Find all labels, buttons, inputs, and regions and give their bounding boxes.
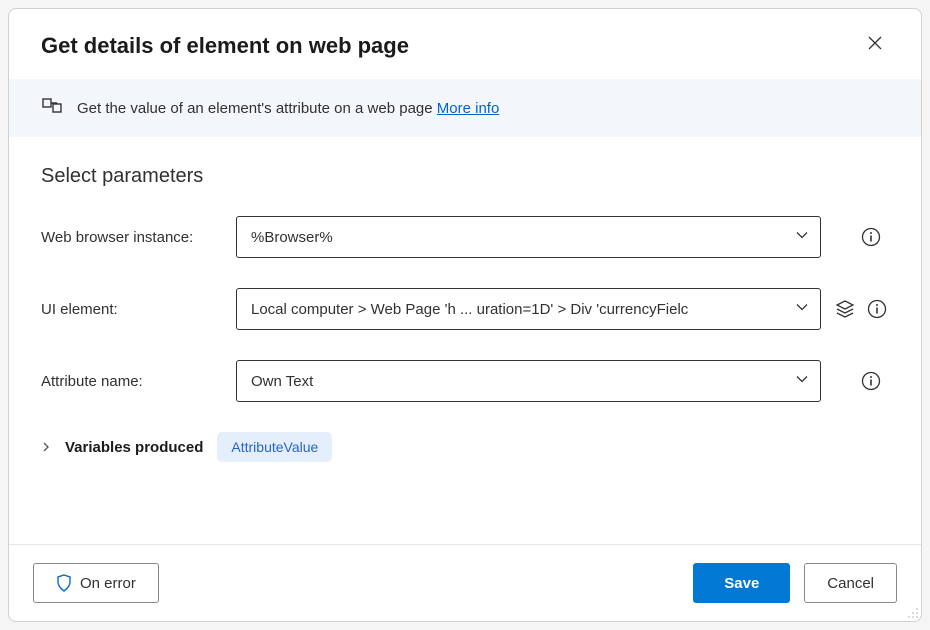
banner-text-content: Get the value of an element's attribute … [77, 100, 437, 117]
cancel-button[interactable]: Cancel [804, 563, 897, 603]
uielement-control: Local computer > Web Page 'h ... uration… [236, 288, 821, 330]
attribute-label: Attribute name: [41, 373, 236, 390]
footer-right: Save Cancel [693, 563, 897, 603]
browser-trailing [835, 227, 881, 247]
more-info-link[interactable]: More info [437, 100, 500, 117]
info-icon[interactable] [861, 371, 881, 391]
variables-row: Variables produced AttributeValue [41, 432, 889, 462]
uielement-label: UI element: [41, 301, 236, 318]
chevron-right-icon [41, 442, 51, 452]
attribute-control: Own Text [236, 360, 821, 402]
on-error-label: On error [80, 575, 136, 592]
field-uielement: UI element: Local computer > Web Page 'h… [41, 288, 889, 330]
browser-value: %Browser% [251, 229, 333, 246]
variable-chip[interactable]: AttributeValue [217, 432, 332, 462]
save-button[interactable]: Save [693, 563, 790, 603]
uielement-trailing [835, 299, 887, 319]
browser-control: %Browser% [236, 216, 821, 258]
dialog-footer: On error Save Cancel [9, 544, 921, 621]
info-banner: Get the value of an element's attribute … [9, 79, 921, 137]
section-title: Select parameters [41, 165, 889, 188]
on-error-button[interactable]: On error [33, 563, 159, 603]
dialog-title: Get details of element on web page [41, 33, 409, 59]
variables-label: Variables produced [65, 439, 203, 456]
banner-text: Get the value of an element's attribute … [77, 100, 499, 117]
close-icon [867, 35, 883, 51]
close-button[interactable] [861, 33, 889, 58]
shield-icon [56, 574, 72, 592]
attribute-trailing [835, 371, 881, 391]
info-icon[interactable] [861, 227, 881, 247]
dialog-header: Get details of element on web page [9, 9, 921, 79]
details-icon [41, 97, 63, 119]
dialog-body: Select parameters Web browser instance: … [9, 137, 921, 544]
info-icon[interactable] [867, 299, 887, 319]
field-browser: Web browser instance: %Browser% [41, 216, 889, 258]
attribute-combobox[interactable]: Own Text [236, 360, 821, 402]
resize-grip-icon[interactable] [905, 605, 919, 619]
dialog: Get details of element on web page Get t… [8, 8, 922, 622]
field-attribute: Attribute name: Own Text [41, 360, 889, 402]
browser-combobox[interactable]: %Browser% [236, 216, 821, 258]
layers-icon[interactable] [835, 299, 855, 319]
browser-label: Web browser instance: [41, 229, 236, 246]
uielement-value: Local computer > Web Page 'h ... uration… [251, 301, 688, 318]
attribute-value: Own Text [251, 373, 313, 390]
expand-toggle[interactable] [41, 439, 51, 455]
uielement-combobox[interactable]: Local computer > Web Page 'h ... uration… [236, 288, 821, 330]
